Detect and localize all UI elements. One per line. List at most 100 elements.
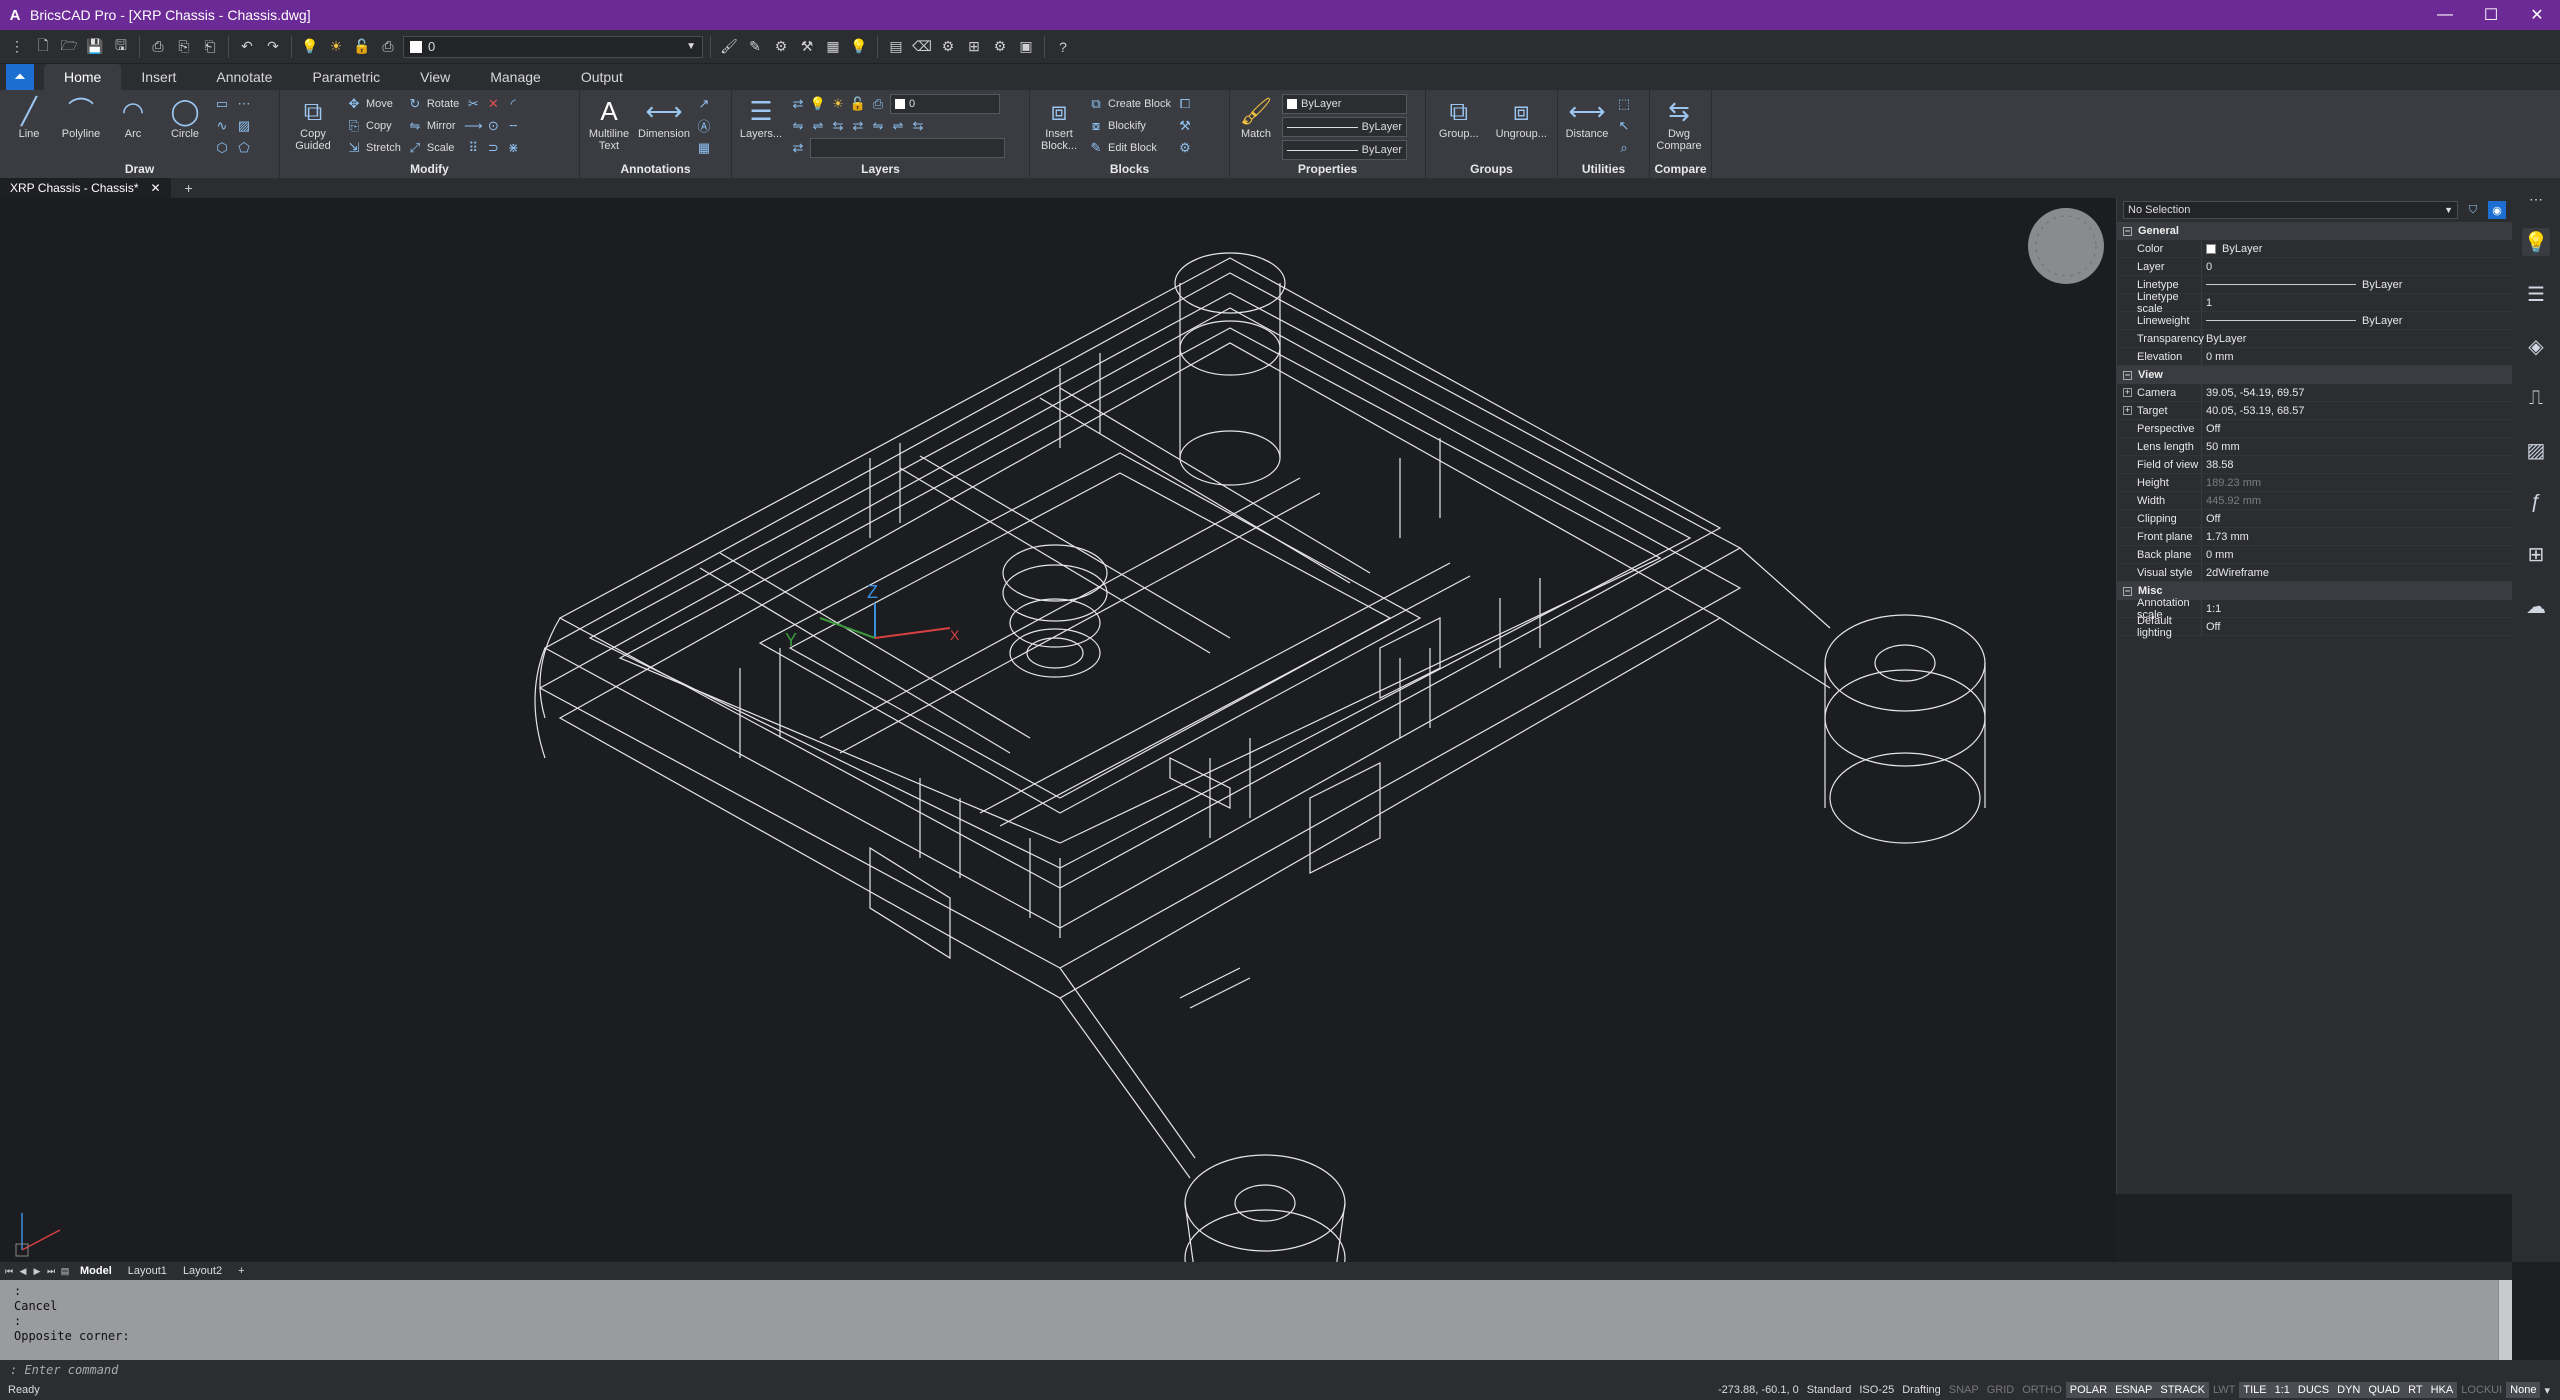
property-row[interactable]: Lineweight ByLayer xyxy=(2117,311,2512,330)
extend-button[interactable]: ⟶ ⊙ ╌ xyxy=(464,116,521,135)
collapse-icon[interactable]: − xyxy=(2123,370,2132,380)
block-tools-button[interactable]: ⚒ xyxy=(1177,116,1193,135)
layer-isolate-icon[interactable]: ⇋ xyxy=(790,118,806,134)
prev-layout-icon[interactable]: ◀ xyxy=(18,1266,28,1277)
create-block-button[interactable]: ⧉ Create Block xyxy=(1088,94,1171,113)
layer-lock-icon[interactable]: 🔓 xyxy=(351,36,373,58)
last-layout-icon[interactable]: ⏭ xyxy=(46,1266,56,1277)
property-row[interactable]: Lens length 50 mm xyxy=(2117,437,2512,456)
property-row[interactable]: Width 445.92 mm xyxy=(2117,491,2512,510)
layer-select[interactable]: 0 xyxy=(890,93,1000,114)
status-toggle-polar[interactable]: POLAR xyxy=(2065,1382,2112,1398)
property-row[interactable]: Back plane 0 mm xyxy=(2117,545,2512,564)
print-icon[interactable]: ⎙ xyxy=(147,36,169,58)
match-properties-icon[interactable]: 🖌 xyxy=(718,36,740,58)
property-value[interactable]: 50 mm xyxy=(2201,437,2512,456)
layout-icon[interactable]: ⊞ xyxy=(963,36,985,58)
layer-merge-icon[interactable]: ⇌ xyxy=(890,118,906,134)
layer-walk-icon[interactable]: ⇋ xyxy=(870,118,886,134)
sliders-icon[interactable]: ☰ xyxy=(2522,280,2550,308)
match-button[interactable]: 🖌 Match xyxy=(1236,94,1276,140)
stretch-button[interactable]: ⇲ Stretch xyxy=(346,138,401,157)
property-value[interactable]: 0 mm xyxy=(2201,545,2512,564)
property-row[interactable]: Perspective Off xyxy=(2117,419,2512,438)
property-value[interactable]: 1:1 xyxy=(2201,599,2512,618)
property-row[interactable]: Visual style 2dWireframe xyxy=(2117,563,2512,582)
point-button[interactable]: ⋯ xyxy=(236,94,252,113)
window-icon[interactable]: ▣ xyxy=(1015,36,1037,58)
insert-block-button[interactable]: ⧈ Insert Block... xyxy=(1036,94,1082,152)
property-value[interactable]: 2dWireframe xyxy=(2201,563,2512,582)
pick-icon[interactable]: ✎ xyxy=(744,36,766,58)
property-row[interactable]: Field of view 38.58 xyxy=(2117,455,2512,474)
tab-view[interactable]: View xyxy=(400,64,470,90)
quick-select-button[interactable]: ⌕ xyxy=(1616,138,1632,157)
save-as-icon[interactable]: 🖫 xyxy=(110,36,132,58)
new-tab-button[interactable]: + xyxy=(185,180,193,196)
expand-icon[interactable]: + xyxy=(2123,388,2132,397)
scale-button[interactable]: ⤢ Scale xyxy=(407,138,459,157)
tab-home[interactable]: Home xyxy=(44,64,122,90)
menu-icon[interactable]: ⋮ xyxy=(6,36,28,58)
layer-match-icon[interactable]: ⇄ xyxy=(850,118,866,134)
property-value[interactable]: 1 xyxy=(2201,293,2512,312)
trim-button[interactable]: ✂ ✕ ◜ xyxy=(465,94,521,113)
color-select[interactable]: ByLayer xyxy=(1282,94,1407,114)
property-value[interactable]: 445.92 mm xyxy=(2201,491,2512,510)
status-toggle-ortho[interactable]: ORTHO xyxy=(2018,1382,2066,1398)
minimize-button[interactable]: — xyxy=(2422,0,2468,30)
property-value[interactable]: 1.73 mm xyxy=(2201,527,2512,546)
cloud-icon[interactable]: ☁ xyxy=(2522,592,2550,620)
blockify-button[interactable]: ⧇ Blockify xyxy=(1088,116,1171,135)
first-layout-icon[interactable]: ⏮ xyxy=(4,1266,14,1277)
lightbulb-icon[interactable]: 💡 xyxy=(848,36,870,58)
property-value[interactable]: Off xyxy=(2201,509,2512,528)
eraser-icon[interactable]: ⌫ xyxy=(911,36,933,58)
settings-icon[interactable]: ⚙ xyxy=(937,36,959,58)
next-layout-icon[interactable]: ▶ xyxy=(32,1266,42,1277)
property-value[interactable]: Off xyxy=(2201,617,2512,636)
properties-lightbulb-icon[interactable]: 💡 xyxy=(2522,228,2550,256)
collapse-icon[interactable]: − xyxy=(2123,586,2132,596)
property-value[interactable]: ByLayer xyxy=(2201,329,2512,348)
layer-on-icon[interactable]: 💡 xyxy=(299,36,321,58)
tab-insert[interactable]: Insert xyxy=(121,64,196,90)
status-toggle-lockui[interactable]: LOCKUI xyxy=(2457,1382,2506,1398)
save-icon[interactable]: 💾 xyxy=(84,36,106,58)
copy-button[interactable]: ⎘ Copy xyxy=(346,116,401,135)
text-style-button[interactable]: Ⓐ xyxy=(696,116,712,135)
block-attribute-button[interactable]: ⧠ xyxy=(1177,94,1193,113)
copy-guided-button[interactable]: ⧉ Copy Guided xyxy=(286,94,340,152)
mirror-button[interactable]: ⇋ Mirror xyxy=(407,116,459,135)
property-row[interactable]: Default lighting Off xyxy=(2117,615,2512,639)
dimension-button[interactable]: ⟷ Dimension xyxy=(638,94,690,140)
property-section-header[interactable]: − General xyxy=(2117,222,2512,240)
tab-manage[interactable]: Manage xyxy=(470,64,561,90)
circle-button[interactable]: ◯ Circle xyxy=(162,94,208,140)
pointer-button[interactable]: ↖ xyxy=(1616,116,1632,135)
property-value[interactable]: Off xyxy=(2201,419,2512,438)
layout-tab-layout2[interactable]: Layout2 xyxy=(177,1265,228,1277)
new-file-icon[interactable]: 🗋 xyxy=(32,36,54,58)
property-row[interactable]: Layer 0 xyxy=(2117,257,2512,276)
ungroup-button[interactable]: ⧈ Ungroup... xyxy=(1492,94,1551,140)
property-value[interactable]: 40.05, -53.19, 68.57 xyxy=(2201,401,2512,420)
property-value[interactable]: 0 xyxy=(2201,257,2512,276)
command-input[interactable]: : Enter command xyxy=(0,1360,2560,1380)
layer-state-select[interactable] xyxy=(810,137,1005,158)
status-toggle-grid[interactable]: GRID xyxy=(1983,1382,2019,1398)
array-button[interactable]: ⠿ ⊃ ⋇ xyxy=(465,138,521,157)
tab-annotate[interactable]: Annotate xyxy=(196,64,292,90)
status-toggle-1-1[interactable]: 1:1 xyxy=(2270,1382,2294,1398)
coordinate-readout[interactable]: -273.88, -60.1, 0 xyxy=(1714,1382,1803,1398)
status-toggle-lwt[interactable]: LWT xyxy=(2209,1382,2239,1398)
look-from-widget-icon[interactable] xyxy=(2028,208,2104,284)
layers-button[interactable]: ☰ Layers... xyxy=(738,94,784,140)
region-button[interactable]: ⬡ xyxy=(214,138,230,157)
expand-icon[interactable]: + xyxy=(2123,406,2132,415)
layers-stack-icon[interactable]: ◈ xyxy=(2522,332,2550,360)
layer-control[interactable]: ⇄ 💡 ☀ 🔓 ⎙ 0 xyxy=(790,93,1005,114)
property-value[interactable]: 0 mm xyxy=(2201,347,2512,366)
fillet-icon[interactable]: ◜ xyxy=(505,96,521,112)
status-toggle-quad[interactable]: QUAD xyxy=(2364,1382,2405,1398)
